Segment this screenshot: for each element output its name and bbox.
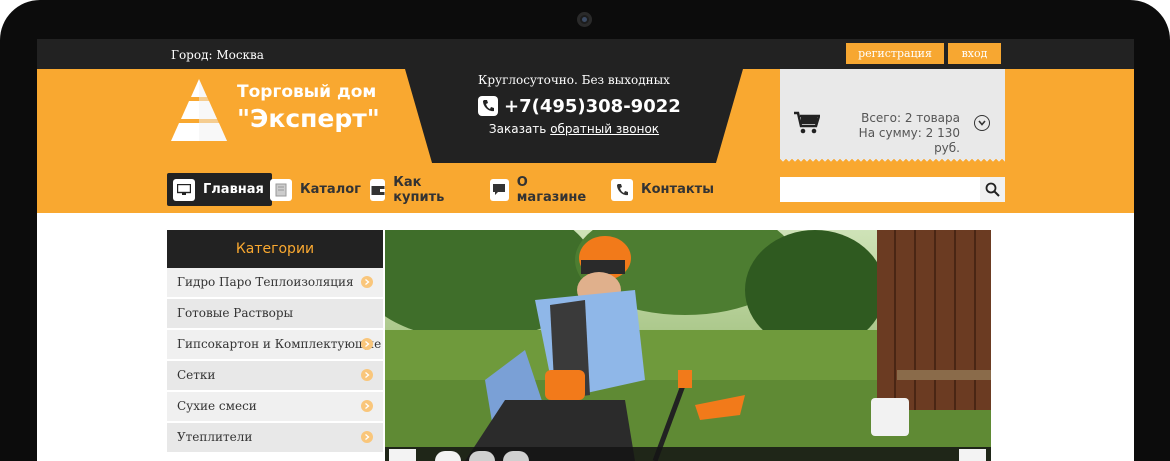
category-item[interactable]: Сетки	[167, 361, 383, 392]
top-bar: Город: Москва регистрация вход	[37, 39, 1134, 69]
nav-item-about[interactable]: О магазине	[490, 173, 589, 206]
callback-prefix: Заказать	[488, 122, 551, 136]
chevron-down-icon[interactable]	[974, 115, 990, 131]
monitor-icon	[173, 178, 195, 201]
category-label: Гипсокартон и Комплектующие	[177, 337, 382, 351]
slider-next-button[interactable]	[959, 449, 986, 461]
chevron-right-icon	[361, 400, 373, 412]
logo-line-1: Торговый дом	[237, 82, 377, 102]
pyramid-logo-icon	[171, 79, 227, 141]
categories-title: Категории	[167, 230, 383, 268]
category-label: Сухие смеси	[177, 399, 257, 413]
nav-label: Контакты	[641, 182, 714, 197]
category-label: Утеплители	[177, 430, 253, 444]
slider-dot[interactable]	[503, 451, 529, 461]
camera-icon	[577, 12, 592, 27]
contact-panel: Круглосуточно. Без выходных +7(495)308-9…	[405, 69, 743, 163]
nav-label: Каталог	[300, 182, 361, 197]
cart-icon	[794, 111, 820, 134]
nav-item-catalog[interactable]: Каталог	[270, 173, 361, 206]
search-button[interactable]	[980, 177, 1005, 202]
chat-icon	[490, 178, 509, 201]
search-icon	[985, 182, 1000, 197]
search-box	[780, 177, 1005, 202]
slider-dot-active[interactable]	[435, 451, 461, 461]
chevron-right-icon	[361, 276, 373, 288]
category-item[interactable]: Гидро Паро Теплоизоляция	[167, 268, 383, 299]
logo[interactable]: Торговый дом "Эксперт"	[237, 82, 380, 133]
nav-item-contacts[interactable]: Контакты	[611, 173, 714, 206]
categories-list: Гидро Паро Теплоизоляция Готовые Раствор…	[167, 268, 383, 454]
category-label: Готовые Растворы	[177, 306, 294, 320]
login-button[interactable]: вход	[948, 43, 1001, 64]
cart-total-label: Всего:	[861, 111, 905, 125]
banner-image	[385, 230, 991, 461]
cart-summary: Всего: 2 товара На сумму: 2 130 руб.	[836, 111, 960, 156]
callback-row: Заказать обратный звонок	[405, 122, 743, 136]
cart-zigzag-edge	[780, 159, 1005, 165]
category-item[interactable]: Гипсокартон и Комплектующие	[167, 330, 383, 361]
cart-total-value: 2 товара	[904, 111, 960, 125]
wallet-icon	[370, 178, 386, 201]
chevron-right-icon	[361, 338, 373, 350]
cart-sum-value: 2 130 руб.	[925, 126, 960, 155]
phone-number[interactable]: +7(495)308-9022	[504, 96, 681, 117]
cart-sum-label: На сумму:	[858, 126, 926, 140]
catalog-icon	[270, 178, 292, 201]
slider-prev-button[interactable]	[389, 449, 416, 461]
nav-item-how-to-buy[interactable]: Как купить	[370, 173, 451, 206]
slider-dot[interactable]	[469, 451, 495, 461]
nav-label: Как купить	[393, 174, 445, 205]
callback-link[interactable]: обратный звонок	[550, 122, 659, 136]
chevron-right-icon	[361, 369, 373, 381]
city-selector[interactable]: Город: Москва	[171, 48, 264, 62]
category-item[interactable]: Утеплители	[167, 423, 383, 454]
nav-label: Главная	[203, 182, 264, 197]
banner-slider[interactable]	[385, 230, 991, 461]
chevron-right-icon	[361, 431, 373, 443]
nav-label: О магазине	[516, 174, 587, 205]
category-item[interactable]: Готовые Растворы	[167, 299, 383, 330]
working-hours: Круглосуточно. Без выходных	[478, 73, 670, 87]
category-label: Сетки	[177, 368, 216, 382]
nav-item-home[interactable]: Главная	[167, 173, 272, 206]
logo-line-2: "Эксперт"	[237, 104, 380, 133]
phone-row: +7(495)308-9022	[478, 93, 681, 119]
cart-widget[interactable]: Всего: 2 товара На сумму: 2 130 руб.	[780, 69, 1005, 159]
website-screen: Город: Москва регистрация вход Торговый …	[37, 39, 1134, 461]
phone-icon	[611, 178, 633, 201]
category-item[interactable]: Сухие смеси	[167, 392, 383, 423]
search-input[interactable]	[780, 177, 975, 202]
phone-icon	[478, 96, 498, 116]
device-frame: Город: Москва регистрация вход Торговый …	[0, 0, 1170, 461]
register-button[interactable]: регистрация	[846, 43, 944, 64]
category-label: Гидро Паро Теплоизоляция	[177, 275, 354, 289]
